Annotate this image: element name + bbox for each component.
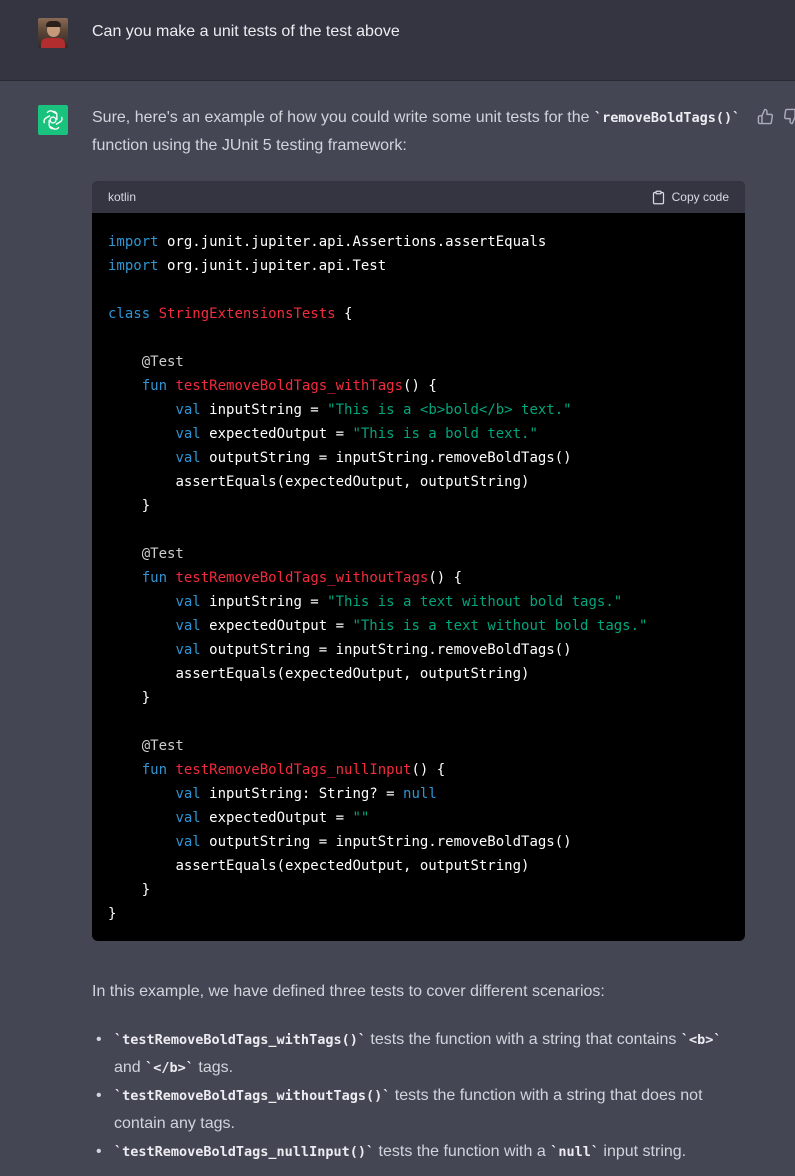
list-item: `testRemoveBoldTags_nullInput()` tests t…: [92, 1138, 742, 1166]
thumbs-down-icon[interactable]: [783, 108, 795, 130]
user-avatar: [38, 18, 68, 48]
openai-logo-icon: [38, 105, 68, 135]
user-message-row: Can you make a unit tests of the test ab…: [0, 0, 795, 81]
code-content: import org.junit.jupiter.api.Assertions.…: [108, 234, 648, 922]
copy-code-button[interactable]: Copy code: [651, 190, 729, 205]
summary-text: In this example, we have defined three t…: [92, 983, 605, 1000]
thumbs-up-icon[interactable]: [757, 108, 774, 130]
list-item: `testRemoveBoldTags_withTags()` tests th…: [92, 1026, 742, 1082]
intro-text: Sure, here's an example of how you could…: [92, 109, 594, 126]
intro-text-end: function using the JUnit 5 testing frame…: [92, 137, 407, 154]
user-message: Can you make a unit tests of the test ab…: [92, 23, 400, 40]
list-item: `testRemoveBoldTags_withoutTags()` tests…: [92, 1082, 742, 1138]
code-block-header: kotlin Copy code: [92, 181, 745, 213]
copy-code-label: Copy code: [671, 190, 729, 204]
code-block: kotlin Copy code import org.junit.jupite…: [92, 181, 745, 941]
test-list: `testRemoveBoldTags_withTags()` tests th…: [92, 1026, 742, 1166]
assistant-intro: Sure, here's an example of how you could…: [92, 104, 752, 160]
clipboard-icon: [652, 190, 664, 204]
code-language: kotlin: [108, 190, 137, 204]
inline-code: `removeBoldTags()`: [593, 110, 741, 126]
